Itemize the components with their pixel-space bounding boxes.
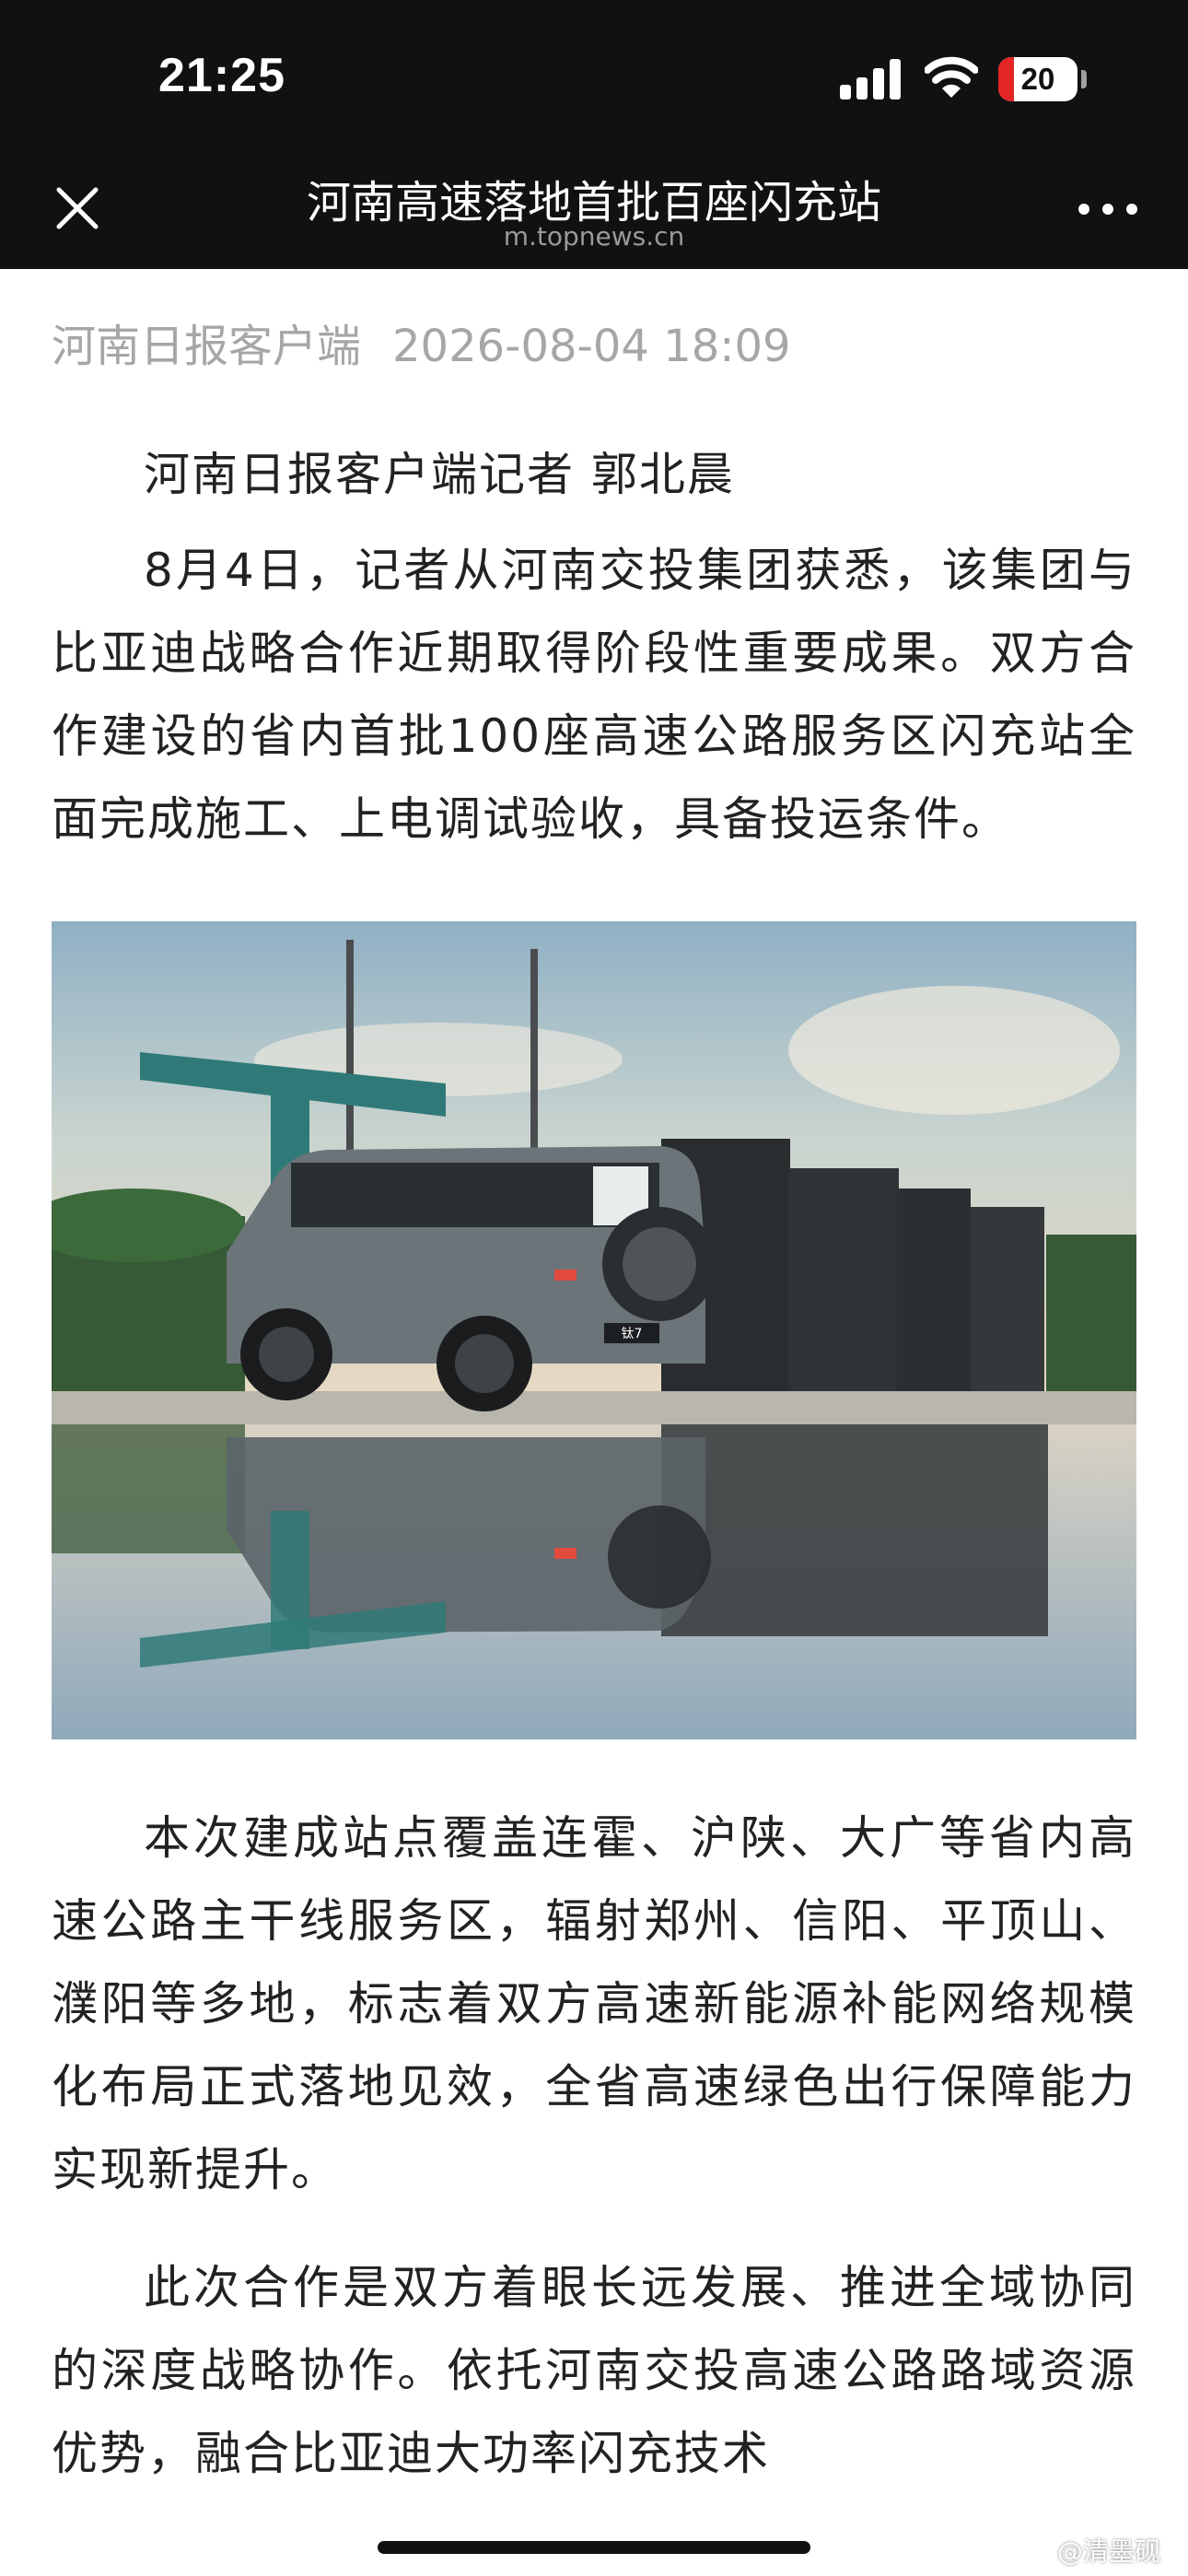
watermark: @清墨砚: [1057, 2536, 1161, 2567]
charging-station-photo: 钛7: [52, 921, 1136, 1739]
article-paragraph-1: 8月4日，记者从河南交投集团获悉，该集团与比亚迪战略合作近期取得阶段性重要成果。…: [52, 544, 1136, 846]
article-paragraph-2: 本次建成站点覆盖连霍、沪陕、大广等省内高速公路主干线服务区，辐射郑州、信阳、平顶…: [52, 1811, 1136, 2196]
article-source[interactable]: 河南日报客户端: [52, 321, 361, 372]
close-icon[interactable]: [48, 179, 107, 238]
home-indicator[interactable]: [378, 2541, 810, 2554]
article: 河南日报客户端 2026-08-04 18:09 河南日报客户端记者 郭北晨 8月…: [52, 269, 1136, 2495]
article-date: 2026-08-04 18:09: [392, 321, 791, 372]
article-byline: 河南日报客户端记者 郭北晨: [144, 448, 735, 501]
nav-bar: 河南高速落地首批百座闪充站 m.topnews.cn: [0, 147, 1188, 269]
battery-cap: [1081, 70, 1087, 88]
article-meta: 河南日报客户端 2026-08-04 18:09: [52, 310, 1136, 374]
page-domain: m.topnews.cn: [503, 221, 685, 252]
status-bar: 21:25 20: [0, 0, 1188, 147]
article-photo[interactable]: 钛7: [52, 921, 1136, 1739]
more-options-icon[interactable]: [1076, 195, 1140, 223]
article-paragraph-3: 此次合作是双方着眼长远发展、推进全域协同的深度战略协作。依托河南交投高速公路路域…: [52, 2261, 1136, 2480]
status-time: 21:25: [158, 49, 285, 102]
battery-level: 20: [1020, 62, 1055, 96]
cellular-signal-icon: [840, 59, 901, 100]
wifi-icon: [925, 56, 978, 98]
license-plate: 钛7: [622, 1327, 643, 1341]
battery-icon: 20: [998, 57, 1077, 101]
